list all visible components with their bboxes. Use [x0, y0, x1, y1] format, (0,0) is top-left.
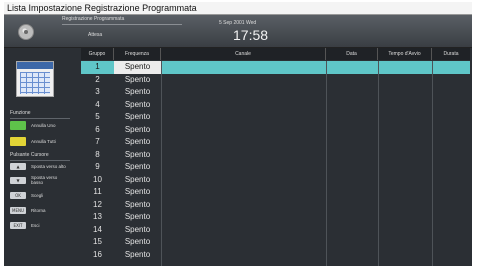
- date-display: 5 Sep 2001 Wed: [219, 20, 257, 26]
- table-row[interactable]: 6 Spento: [81, 124, 470, 137]
- row-frequency[interactable]: Spento: [114, 111, 161, 124]
- column-header-start-time: Tempo d'Avvio: [378, 48, 432, 60]
- mode-label: Registrazione Programmata: [62, 16, 125, 22]
- ok-key-icon[interactable]: OK: [10, 192, 26, 199]
- function-label-annulla-uno: Annulla Uno: [31, 123, 56, 128]
- row-group-number: 2: [95, 74, 100, 84]
- table-row[interactable]: 10 Spento: [81, 174, 470, 187]
- row-frequency[interactable]: Spento: [114, 161, 161, 174]
- controls-title: Pulsante Cursore: [10, 152, 49, 158]
- status-text: Attesa: [88, 32, 103, 38]
- row-group-number: 10: [93, 174, 102, 184]
- table-row[interactable]: 5 Spento: [81, 111, 470, 124]
- row-group-number: 6: [95, 124, 100, 134]
- row-group-number: 16: [93, 249, 102, 259]
- calendar-icon: [16, 61, 54, 97]
- row-frequency[interactable]: Spento: [114, 199, 161, 212]
- table-row[interactable]: 14 Spento: [81, 224, 470, 237]
- recording-schedule-screen: Lista Impostazione Registrazione Program…: [4, 2, 472, 266]
- table-row[interactable]: 7 Spento: [81, 136, 470, 149]
- menu-key-icon[interactable]: MENU: [10, 207, 26, 214]
- table-row[interactable]: 2 Spento: [81, 74, 470, 87]
- row-group-number: 7: [95, 137, 100, 146]
- window-title: Lista Impostazione Registrazione Program…: [4, 2, 472, 15]
- disc-icon: [18, 24, 34, 40]
- row-group-number: 15: [93, 237, 102, 246]
- table-body: 1 Spento 2 Spento 3 Spento 4 Spento 5 Spento 6 Spen…: [81, 61, 470, 266]
- control-label-exit: Esci: [31, 223, 40, 228]
- table-row[interactable]: 13 Spento: [81, 211, 470, 224]
- header-divider: [62, 24, 182, 25]
- row-group-number: 12: [93, 199, 102, 209]
- green-button-icon[interactable]: [10, 121, 26, 130]
- row-frequency[interactable]: Spento: [114, 149, 161, 162]
- controls-divider: [10, 160, 70, 161]
- function-label-annulla-tutti: Annulla Tutti: [31, 139, 56, 144]
- row-frequency[interactable]: Spento: [114, 249, 161, 262]
- sidebar: Funzione Annulla Uno Annulla Tutti Pulsa…: [4, 48, 78, 266]
- down-arrow-key-icon[interactable]: ▼: [10, 177, 26, 184]
- table-row[interactable]: 11 Spento: [81, 186, 470, 199]
- header-bar: Registrazione Programmata Attesa 5 Sep 2…: [4, 15, 472, 48]
- row-frequency[interactable]: Spento: [114, 74, 161, 87]
- row-frequency[interactable]: Spento: [114, 224, 161, 237]
- row-group-number: 3: [95, 87, 100, 96]
- row-frequency[interactable]: Spento: [114, 61, 161, 74]
- row-group-number: 14: [93, 224, 102, 234]
- row-frequency[interactable]: Spento: [114, 136, 161, 149]
- column-header-date: Data: [326, 48, 378, 60]
- clock-display: 17:58: [233, 27, 269, 43]
- table-row[interactable]: 16 Spento: [81, 249, 470, 262]
- control-label-up: Sposta verso alto: [31, 164, 66, 169]
- row-group-number: 8: [95, 149, 100, 159]
- column-header-group: Gruppo: [81, 48, 114, 60]
- table-header: Gruppo Frequenza Canale Data Tempo d'Avv…: [81, 48, 470, 60]
- row-frequency[interactable]: Spento: [114, 236, 161, 249]
- row-frequency[interactable]: Spento: [114, 124, 161, 137]
- table-row[interactable]: 3 Spento: [81, 86, 470, 99]
- function-title: Funzione: [10, 110, 31, 116]
- column-header-frequency: Frequenza: [114, 48, 161, 60]
- row-frequency[interactable]: Spento: [114, 86, 161, 99]
- schedule-table: Gruppo Frequenza Canale Data Tempo d'Avv…: [81, 48, 470, 266]
- up-arrow-key-icon[interactable]: ▲: [10, 163, 26, 170]
- row-frequency[interactable]: Spento: [114, 174, 161, 187]
- row-group-number: 5: [95, 112, 100, 121]
- control-label-down: Sposta verso basso: [31, 175, 58, 185]
- exit-key-icon[interactable]: EXIT: [10, 222, 26, 229]
- table-row[interactable]: 9 Spento: [81, 161, 470, 174]
- column-header-channel: Canale: [161, 48, 326, 60]
- table-row[interactable]: 8 Spento: [81, 149, 470, 162]
- row-group-number: 4: [95, 99, 100, 109]
- column-header-duration: Durata: [443, 51, 459, 57]
- row-frequency[interactable]: Spento: [114, 99, 161, 112]
- row-group-number: 13: [93, 212, 102, 221]
- row-frequency[interactable]: Spento: [114, 186, 161, 199]
- row-frequency[interactable]: Spento: [114, 211, 161, 224]
- function-divider: [10, 118, 70, 119]
- row-group-number: 9: [95, 162, 100, 171]
- table-row[interactable]: 1 Spento: [81, 61, 470, 74]
- table-row[interactable]: 15 Spento: [81, 236, 470, 249]
- table-row[interactable]: 4 Spento: [81, 99, 470, 112]
- row-group-number: 1: [95, 62, 100, 71]
- yellow-button-icon[interactable]: [10, 137, 26, 146]
- table-row[interactable]: 12 Spento: [81, 199, 470, 212]
- control-label-menu: Ritorna: [31, 208, 46, 213]
- row-group-number: 11: [93, 187, 102, 196]
- control-label-ok: Scegli: [31, 193, 44, 198]
